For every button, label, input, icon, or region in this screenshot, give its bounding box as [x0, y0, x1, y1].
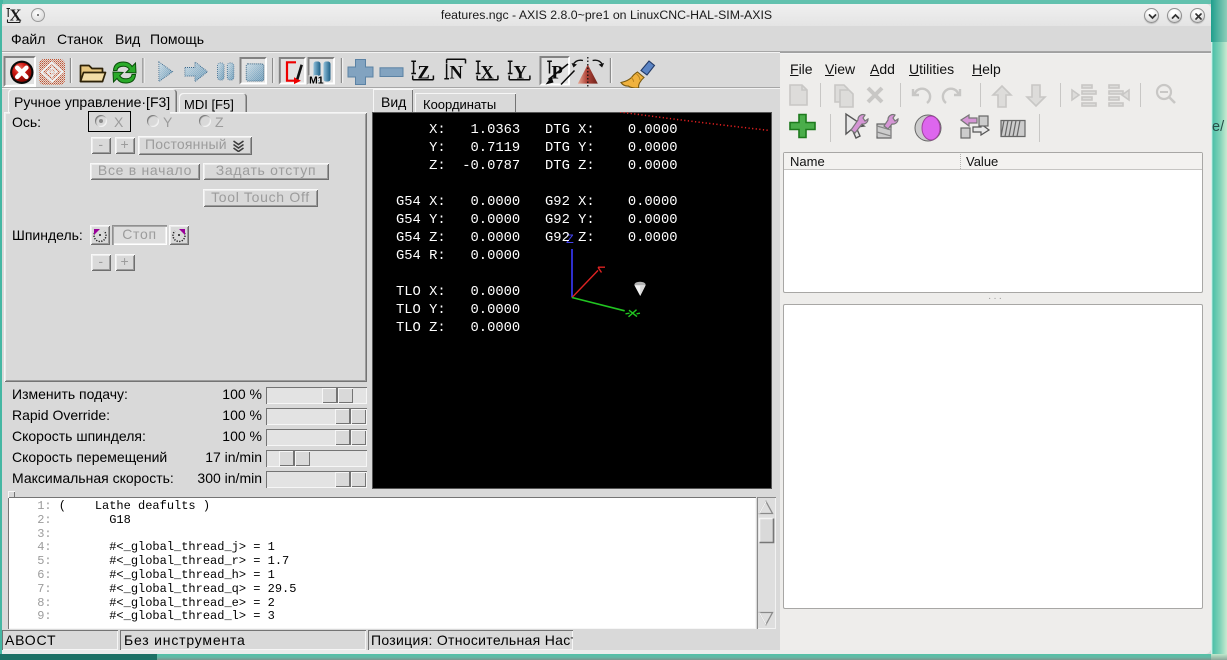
svg-text:P: P: [552, 63, 563, 83]
svg-text:N: N: [450, 63, 464, 83]
svg-text:M1: M1: [309, 75, 324, 87]
